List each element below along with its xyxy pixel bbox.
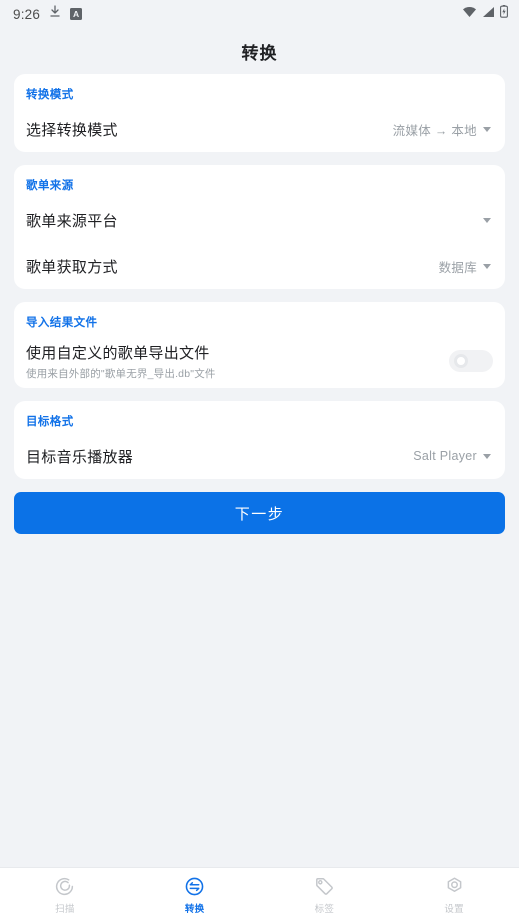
- card-header-playlist-source: 歌单来源: [26, 180, 74, 192]
- row-label-select-conversion-mode: 选择转换模式: [26, 121, 118, 139]
- card-playlist-source: 歌单来源 歌单来源平台 歌单获取方式 数据库: [14, 165, 505, 289]
- row-label-target-music-player: 目标音乐播放器: [26, 448, 134, 466]
- wifi-icon: [462, 5, 477, 23]
- nav-label-convert: 转换: [184, 903, 205, 915]
- card-header-import-result-file: 导入结果文件: [26, 317, 98, 329]
- nav-item-tag[interactable]: 标签: [260, 876, 390, 915]
- row-text-group: 歌单获取方式: [26, 256, 439, 277]
- card-import-result-file: 导入结果文件 使用自定义的歌单导出文件 使用来自外部的"歌单无界_导出.db"文…: [14, 302, 505, 388]
- card-conversion-mode: 转换模式 选择转换模式 流媒体 → 本地: [14, 74, 505, 152]
- nav-item-convert[interactable]: 转换: [130, 876, 260, 915]
- row-select-conversion-mode[interactable]: 选择转换模式 流媒体 → 本地: [26, 106, 493, 152]
- row-playlist-source-platform[interactable]: 歌单来源平台: [26, 197, 493, 243]
- row-subtitle-use-custom-export-file: 使用来自外部的"歌单无界_导出.db"文件: [26, 367, 216, 380]
- scan-icon: [54, 876, 75, 897]
- page-title: 转换: [241, 43, 278, 63]
- settings-icon: [444, 876, 465, 897]
- android-auto-badge: A: [70, 8, 83, 20]
- row-value-select-conversion-mode: 流媒体 → 本地: [392, 123, 477, 138]
- chevron-down-icon[interactable]: [483, 217, 491, 223]
- chevron-down-icon[interactable]: [483, 263, 491, 269]
- row-text-group: 选择转换模式: [26, 119, 393, 140]
- row-use-custom-export-file[interactable]: 使用自定义的歌单导出文件 使用来自外部的"歌单无界_导出.db"文件: [26, 334, 493, 388]
- chevron-down-icon[interactable]: [483, 126, 491, 132]
- download-icon: [49, 5, 61, 23]
- status-time: 9:26: [13, 6, 41, 22]
- next-step-button[interactable]: 下一步: [14, 492, 505, 534]
- row-value-playlist-fetch-method: 数据库: [438, 260, 477, 275]
- settings-list: 转换模式 选择转换模式 流媒体 → 本地 歌单来源 歌单来源平台 歌单获取方式 …: [0, 74, 519, 534]
- card-target-format: 目标格式 目标音乐播放器 Salt Player: [14, 401, 505, 479]
- nav-label-tag: 标签: [314, 903, 335, 915]
- row-label-playlist-source-platform: 歌单来源平台: [26, 212, 118, 230]
- card-header-target-format: 目标格式: [26, 416, 74, 428]
- bottom-navigation: 扫描 转换 标签 设置: [0, 867, 519, 922]
- nav-item-settings[interactable]: 设置: [389, 876, 519, 915]
- nav-item-scan[interactable]: 扫描: [0, 876, 130, 915]
- toggle-knob: [454, 354, 468, 368]
- row-text-group: 歌单来源平台: [26, 210, 477, 231]
- status-bar-right: [462, 5, 508, 23]
- tag-icon: [314, 876, 335, 897]
- status-bar-left: 9:26 A: [13, 5, 83, 23]
- row-label-playlist-fetch-method: 歌单获取方式: [26, 258, 118, 276]
- nav-label-scan: 扫描: [55, 903, 75, 915]
- nav-label-settings: 设置: [444, 903, 464, 915]
- toggle-use-custom-export-file[interactable]: [449, 350, 493, 372]
- row-playlist-fetch-method[interactable]: 歌单获取方式 数据库: [26, 243, 493, 289]
- chevron-down-icon[interactable]: [483, 453, 491, 459]
- battery-charging-icon: [500, 5, 508, 23]
- row-value-target-music-player: Salt Player: [413, 449, 477, 463]
- row-label-use-custom-export-file: 使用自定义的歌单导出文件: [26, 344, 210, 362]
- row-text-group: 目标音乐播放器: [26, 446, 413, 467]
- swap-icon: [184, 876, 205, 897]
- row-text-group: 使用自定义的歌单导出文件 使用来自外部的"歌单无界_导出.db"文件: [26, 342, 449, 381]
- row-target-music-player[interactable]: 目标音乐播放器 Salt Player: [26, 433, 493, 479]
- card-header-conversion-mode: 转换模式: [26, 89, 74, 101]
- cellular-signal-icon: [482, 5, 495, 23]
- status-bar: 9:26 A: [0, 0, 519, 28]
